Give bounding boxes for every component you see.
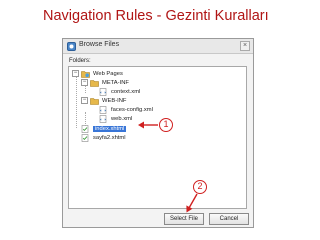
cancel-button[interactable]: Cancel (209, 213, 249, 225)
collapse-toggle[interactable]: − (81, 97, 88, 104)
slide-title: Navigation Rules - Gezinti Kuralları (43, 8, 269, 24)
folder-icon (90, 97, 99, 105)
tree-item-web-pages[interactable]: − Web Pages (72, 69, 123, 78)
close-icon: × (242, 42, 248, 49)
folder-tree[interactable]: − Web Pages − META-INF context.xml − WEB… (68, 66, 247, 209)
dialog-titlebar: Browse Files × (63, 39, 253, 54)
callout-2-arrow (186, 193, 198, 213)
select-file-button[interactable]: Select File (164, 213, 204, 225)
web-folder-icon (81, 70, 90, 78)
folder-icon (90, 79, 99, 87)
callout-1-badge: 1 (159, 118, 173, 132)
tree-item-context-xml[interactable]: context.xml (99, 87, 140, 96)
xml-file-icon (99, 87, 107, 96)
slide: Navigation Rules - Gezinti Kuralları Bro… (0, 0, 320, 240)
xhtml-file-icon (81, 124, 89, 133)
app-icon (67, 42, 76, 51)
callout-2-badge: 2 (193, 180, 207, 194)
xml-file-icon (99, 105, 107, 114)
xhtml-file-icon (81, 133, 89, 142)
dialog-title: Browse Files (79, 41, 120, 48)
close-button[interactable]: × (240, 41, 250, 51)
tree-guide (76, 76, 77, 128)
callout-1-arrow (138, 121, 158, 129)
tree-item-web-inf[interactable]: − WEB-INF (81, 96, 126, 105)
tree-item-index-xhtml[interactable]: index.xhtml (81, 124, 127, 133)
xml-file-icon (99, 114, 107, 123)
browse-files-dialog: Browse Files × Folders: − Web Pages − ME… (62, 38, 254, 228)
tree-item-web-xml[interactable]: web.xml (99, 114, 132, 123)
folders-label: Folders: (69, 58, 91, 64)
tree-item-meta-inf[interactable]: − META-INF (81, 78, 129, 87)
collapse-toggle[interactable]: − (81, 79, 88, 86)
tree-item-sayfa2-xhtml[interactable]: sayfa2.xhtml (81, 133, 126, 142)
tree-item-faces-config-xml[interactable]: faces-config.xml (99, 105, 153, 114)
collapse-toggle[interactable]: − (72, 70, 79, 77)
